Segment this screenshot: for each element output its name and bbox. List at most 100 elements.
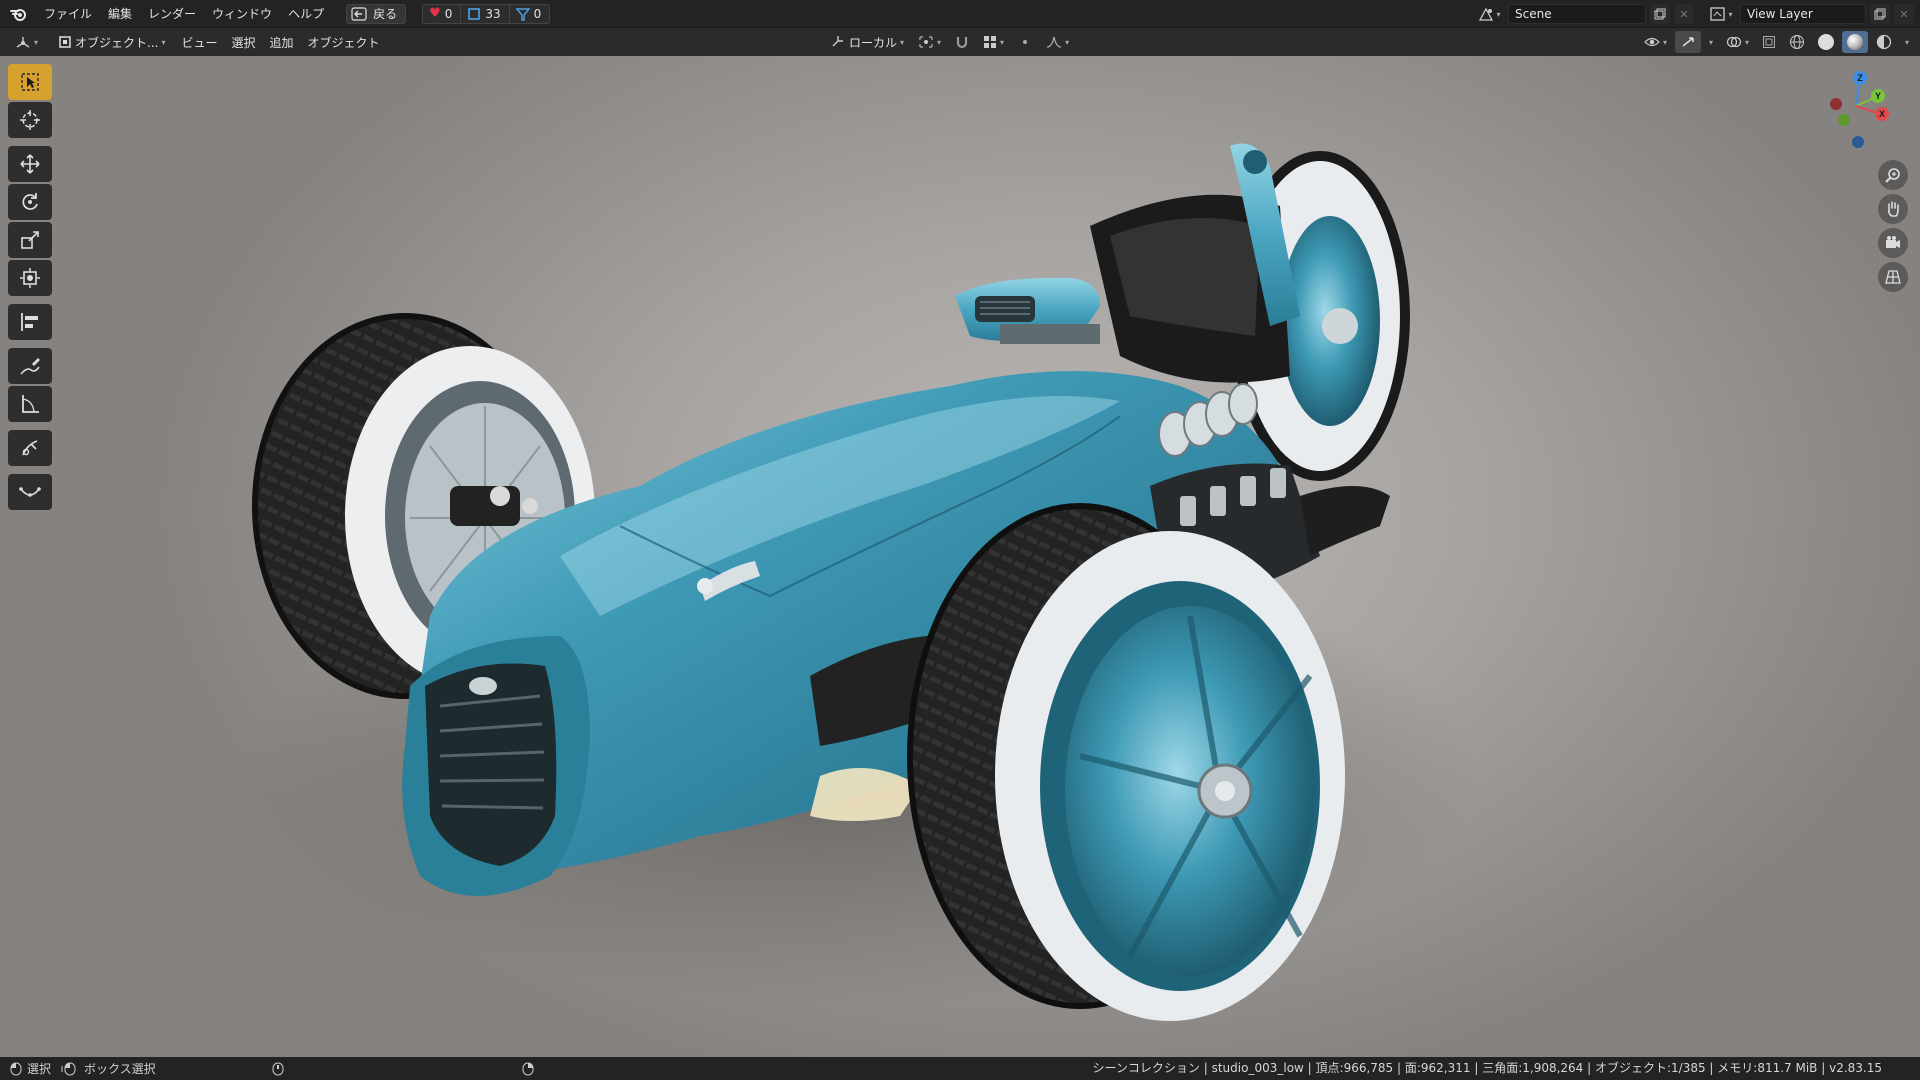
shading-rendered[interactable] — [1871, 31, 1897, 53]
view-layer-icon[interactable]: ▾ — [1706, 4, 1736, 24]
shading-options[interactable]: ▾ — [1900, 31, 1914, 53]
menu-help[interactable]: ヘルプ — [280, 0, 332, 28]
menu-select[interactable]: 選択 — [227, 31, 261, 53]
axis-neg-x-icon[interactable] — [1830, 98, 1842, 110]
cursor-tool[interactable] — [8, 102, 52, 138]
align-tool[interactable] — [8, 304, 52, 340]
menu-edit[interactable]: 編集 — [100, 0, 140, 28]
proportional-icon — [1023, 40, 1028, 44]
falloff-selector[interactable]: ▾ — [1041, 31, 1074, 53]
gizmo-toggle[interactable] — [1674, 31, 1701, 53]
select-box-tool[interactable] — [8, 64, 52, 100]
delete-scene-button[interactable]: ✕ — [1674, 4, 1694, 24]
rendered-sphere-icon — [1876, 34, 1892, 50]
ruler-icon — [22, 395, 39, 413]
stat-objects[interactable]: 33 — [461, 4, 510, 23]
shading-wireframe[interactable] — [1784, 31, 1810, 53]
shear-tool[interactable] — [8, 430, 52, 466]
menu-object[interactable]: オブジェクト — [303, 31, 385, 53]
rotate-tool[interactable] — [8, 184, 52, 220]
camera-view-button[interactable] — [1878, 228, 1908, 258]
zoom-button[interactable] — [1878, 160, 1908, 190]
axis-neg-z-icon[interactable] — [1852, 136, 1864, 148]
status-bar: 選択 ボックス選択 シーンコレクション | studio_003_low | 頂… — [0, 1057, 1920, 1080]
back-button[interactable]: 戻る — [346, 3, 407, 24]
menu-view[interactable]: ビュー — [176, 31, 222, 53]
3d-viewport[interactable]: Z Y X — [0, 56, 1920, 1057]
magnet-icon — [956, 37, 968, 49]
hot-rod-render — [240, 143, 1480, 1021]
shading-solid[interactable] — [1813, 31, 1839, 53]
mouse-right-icon — [522, 1062, 534, 1075]
menu-window[interactable]: ウィンドウ — [204, 0, 280, 28]
curve-tool[interactable] — [8, 474, 52, 510]
back-label: 戻る — [373, 7, 398, 21]
close-icon: ✕ — [1679, 7, 1689, 21]
editor-type-button[interactable]: ▾ — [10, 31, 43, 53]
navigation-gizmo[interactable]: Z Y X — [1818, 66, 1898, 150]
transform-tool[interactable] — [8, 260, 52, 296]
grid-perspective-icon — [1885, 270, 1901, 284]
mouse-drag-icon — [61, 1062, 76, 1075]
crosshair-cursor-icon — [20, 110, 40, 130]
view3d-icon — [16, 37, 30, 48]
new-scene-button[interactable] — [1650, 4, 1670, 24]
scene-stats: ♥ 0 33 0 — [422, 3, 551, 24]
menu-add[interactable]: 追加 — [265, 31, 299, 53]
scene-icon[interactable]: ▾ — [1474, 4, 1504, 24]
mouse-middle-icon — [272, 1062, 284, 1075]
pivot-point-selector[interactable]: ▾ — [913, 31, 946, 53]
move-tool[interactable] — [8, 146, 52, 182]
view-layer-field[interactable]: View Layer — [1740, 4, 1866, 24]
gizmo-menu[interactable]: ▾ — [1704, 31, 1718, 53]
pivot-icon — [919, 36, 933, 48]
mode-selector[interactable]: オブジェクト... ▾ — [53, 31, 170, 53]
move-arrows-icon — [20, 154, 40, 174]
status-middle-mouse-hint — [262, 1062, 284, 1076]
scale-icon — [21, 231, 39, 249]
proportional-edit-toggle[interactable] — [1013, 31, 1037, 53]
delete-view-layer-button[interactable]: ✕ — [1894, 4, 1914, 24]
align-icon — [21, 313, 38, 331]
viewport-header: ▾ オブジェクト... ▾ ビュー 選択 追加 オブジェクト ローカル ▾ ▾ … — [0, 28, 1920, 56]
visibility-selector[interactable]: ▾ — [1639, 31, 1672, 53]
duplicate-icon — [1654, 8, 1666, 20]
snap-toggle[interactable] — [950, 31, 974, 53]
perspective-toggle-button[interactable] — [1878, 262, 1908, 292]
stat-filter[interactable]: 0 — [509, 4, 550, 23]
xray-toggle[interactable] — [1757, 31, 1781, 53]
heart-icon: ♥ — [429, 6, 441, 21]
scale-tool[interactable] — [8, 222, 52, 258]
filter-icon — [515, 7, 530, 21]
transform-orientation-selector[interactable]: ローカル ▾ — [825, 31, 909, 53]
status-select-hint: 選択 — [0, 1060, 51, 1077]
svg-text:X: X — [1879, 109, 1885, 119]
orientation-icon — [832, 36, 843, 47]
mouse-left-icon — [10, 1062, 22, 1075]
blender-logo-icon[interactable] — [0, 0, 36, 28]
overlays-toggle[interactable]: ▾ — [1721, 31, 1754, 53]
measure-tool[interactable] — [8, 386, 52, 422]
hand-icon — [1888, 201, 1899, 217]
axis-neg-y-icon[interactable] — [1838, 114, 1850, 126]
shading-material[interactable] — [1841, 31, 1868, 53]
annotate-tool[interactable] — [8, 348, 52, 384]
close-icon: ✕ — [1899, 7, 1909, 21]
gizmo-arrows-icon — [1682, 37, 1694, 47]
menu-file[interactable]: ファイル — [36, 0, 100, 28]
snap-grid-icon — [984, 36, 997, 48]
select-cursor-icon — [21, 73, 39, 91]
pan-button[interactable] — [1878, 194, 1908, 224]
stat-hearts[interactable]: ♥ 0 — [423, 4, 462, 23]
zoom-magnifier-icon — [1885, 168, 1900, 183]
pencil-icon — [20, 358, 40, 375]
wireframe-sphere-icon — [1789, 35, 1804, 49]
solid-sphere-icon — [1817, 34, 1834, 50]
tool-shelf — [8, 64, 52, 512]
menu-render[interactable]: レンダー — [140, 0, 204, 28]
new-view-layer-button[interactable] — [1870, 4, 1890, 24]
svg-text:Y: Y — [1875, 91, 1881, 101]
snap-target-selector[interactable]: ▾ — [978, 31, 1009, 53]
scene-name-field[interactable]: Scene — [1508, 4, 1646, 24]
duplicate-icon — [1874, 8, 1886, 20]
